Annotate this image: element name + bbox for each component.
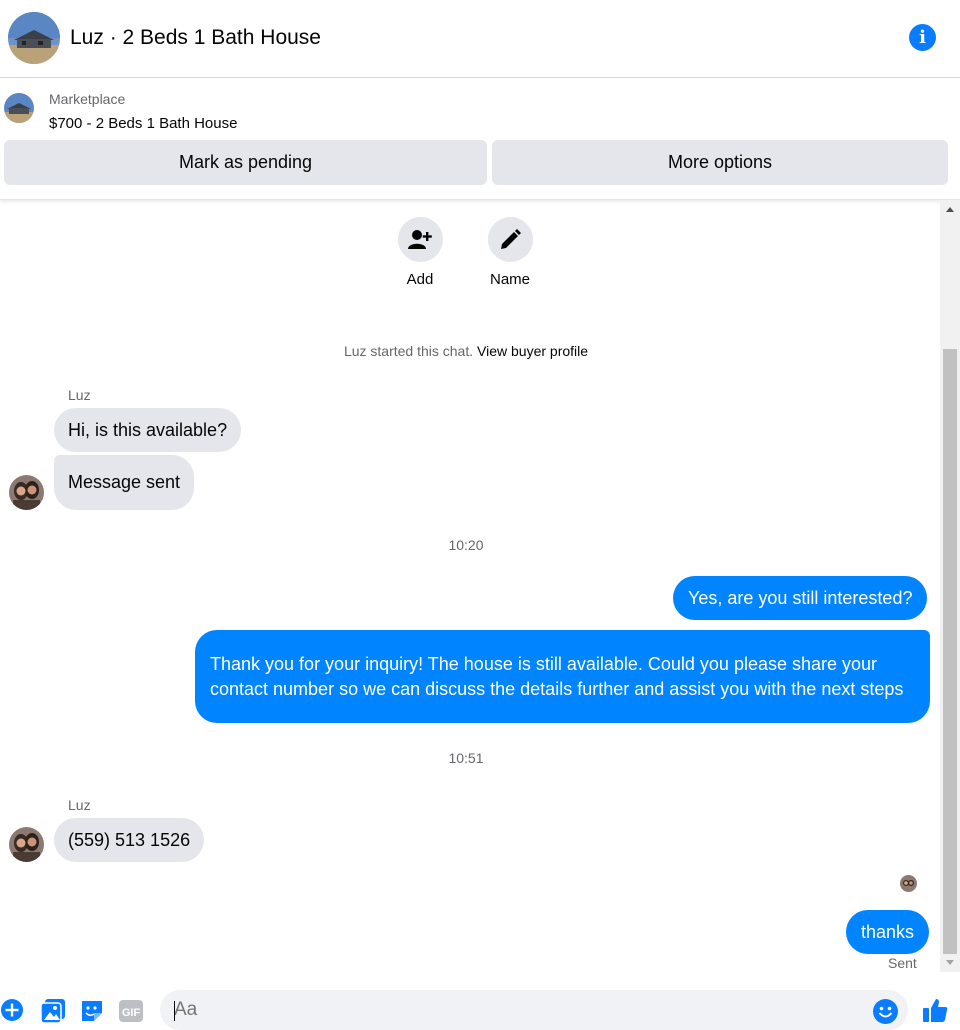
chat-started-text: Luz started this chat.: [343, 343, 474, 359]
info-icon[interactable]: i: [909, 24, 936, 51]
add-people-action[interactable]: Add: [390, 217, 450, 288]
listing-avatar[interactable]: [8, 12, 60, 64]
incoming-message[interactable]: (559) 513 1526: [54, 818, 205, 862]
timestamp: 10:51: [448, 750, 484, 766]
chat-header: Luz · 2 Beds 1 Bath House i: [0, 0, 960, 78]
sticker-icon[interactable]: [79, 998, 105, 1024]
text-caret: [174, 1001, 175, 1021]
name-label: Name: [489, 271, 530, 288]
photo-icon[interactable]: [40, 998, 66, 1024]
scroll-down-arrow[interactable]: [946, 960, 954, 965]
gif-text: GIF: [122, 1007, 141, 1019]
incoming-message[interactable]: Message sent: [54, 455, 195, 510]
sender-name: Luz: [68, 797, 91, 813]
message-input[interactable]: [160, 990, 908, 1030]
outgoing-message[interactable]: Thank you for your inquiry! The house is…: [195, 630, 930, 723]
sender-name: Luz: [68, 387, 91, 403]
plus-icon[interactable]: [0, 998, 26, 1024]
marketplace-listing: Marketplace $700 - 2 Beds 1 Bath House M…: [0, 78, 960, 200]
outgoing-message[interactable]: Yes, are you still interested?: [673, 576, 928, 620]
incoming-message[interactable]: Hi, is this available?: [54, 408, 242, 452]
more-options-button[interactable]: More options: [492, 140, 948, 185]
scroll-up-arrow[interactable]: [946, 207, 954, 212]
marketplace-label: Marketplace: [49, 91, 126, 107]
add-label: Add: [406, 271, 434, 288]
outgoing-message[interactable]: thanks: [846, 910, 930, 954]
message-status: Sent: [888, 955, 917, 971]
listing-price-title[interactable]: $700 - 2 Beds 1 Bath House: [49, 115, 237, 132]
emoji-icon[interactable]: [873, 999, 898, 1024]
scrollbar-thumb[interactable]: [943, 349, 957, 954]
pencil-icon[interactable]: [487, 217, 533, 262]
edit-name-action[interactable]: Name: [480, 217, 540, 288]
contact-avatar[interactable]: [9, 827, 44, 862]
timestamp: 10:20: [448, 537, 484, 553]
add-person-icon[interactable]: [397, 217, 443, 262]
seen-avatar-icon: [900, 875, 917, 892]
chat-title: Luz · 2 Beds 1 Bath House: [70, 26, 321, 49]
contact-avatar[interactable]: [9, 475, 44, 510]
chat-started-notice: Luz started this chat. View buyer profil…: [0, 343, 932, 359]
gif-icon[interactable]: GIF: [118, 998, 144, 1024]
view-buyer-profile-link[interactable]: View buyer profile: [477, 343, 588, 359]
mark-as-pending-button[interactable]: Mark as pending: [4, 140, 487, 185]
listing-thumbnail[interactable]: [4, 93, 34, 123]
thumbs-up-icon[interactable]: [921, 996, 949, 1024]
